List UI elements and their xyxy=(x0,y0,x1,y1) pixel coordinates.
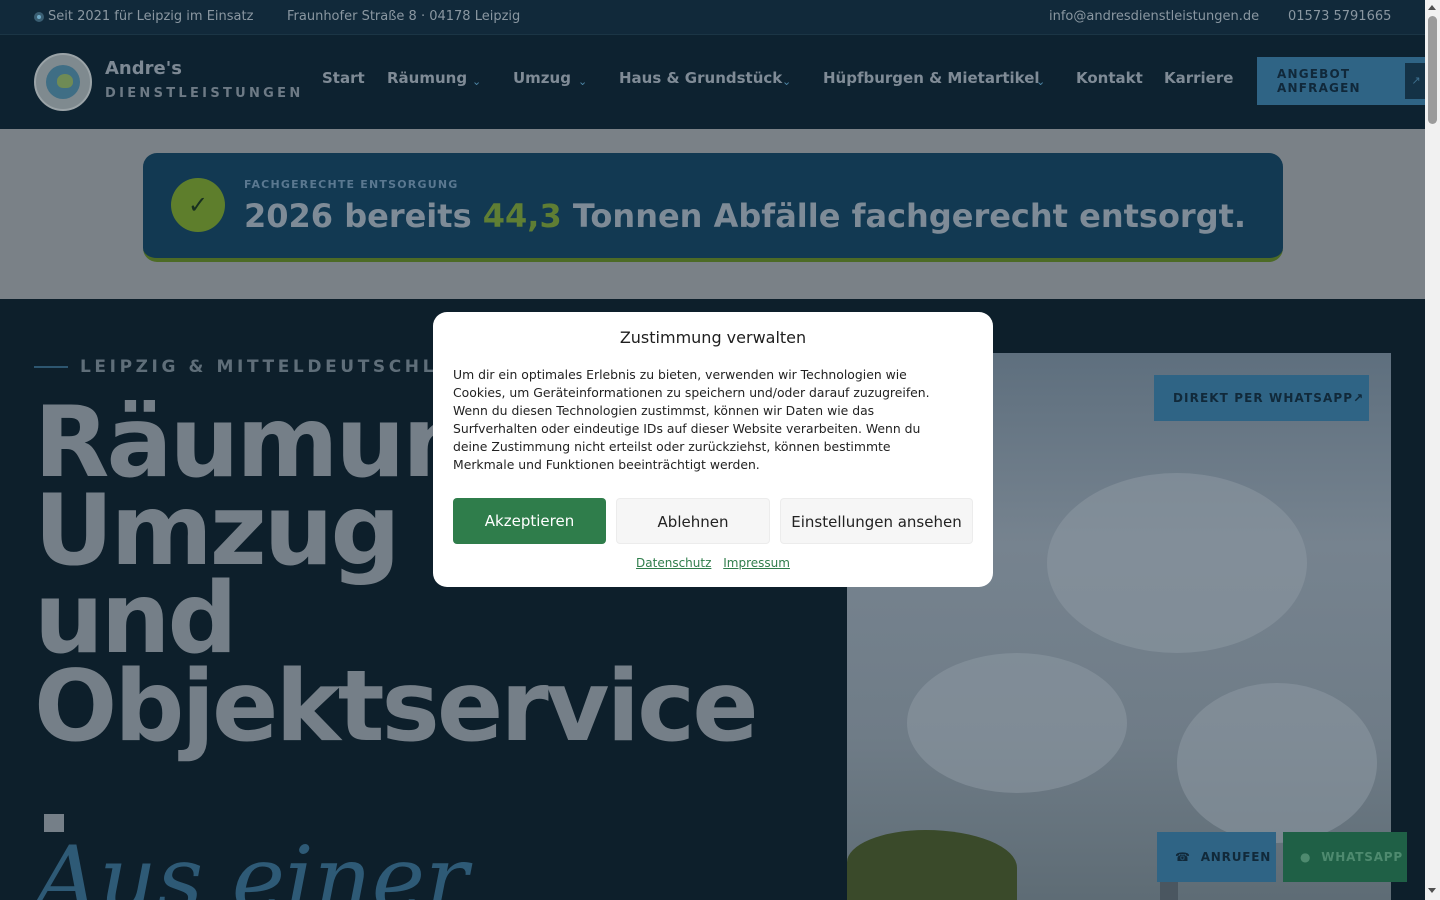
company-logo[interactable] xyxy=(34,53,92,111)
view-preferences-button[interactable]: Einstellungen ansehen xyxy=(780,498,973,544)
top-info-bar: Seit 2021 für Leipzig im Einsatz Fraunho… xyxy=(0,0,1425,34)
nav-haus-grundstueck[interactable]: Haus & Grundstück xyxy=(619,69,782,87)
whatsapp-label: WHATSAPP xyxy=(1321,850,1403,864)
chevron-down-icon[interactable]: ⌄ xyxy=(578,75,587,88)
accept-button[interactable]: Akzeptieren xyxy=(453,498,606,544)
privacy-link[interactable]: Datenschutz xyxy=(636,556,711,570)
since-text: Seit 2021 für Leipzig im Einsatz xyxy=(48,9,254,24)
request-offer-button[interactable]: ANGEBOT ANFRAGEN ↗ xyxy=(1257,57,1427,105)
consent-title: Zustimmung verwalten xyxy=(619,328,807,347)
arrow-up-right-icon: ↗ xyxy=(1405,63,1427,99)
nav-umzug[interactable]: Umzug xyxy=(513,69,571,87)
page-scrollbar[interactable] xyxy=(1425,0,1440,900)
status-dot-icon xyxy=(34,12,44,22)
site-header: Andre's DIENSTLEISTUNGEN Start Räumung ⌄… xyxy=(0,34,1427,129)
brand-name[interactable]: Andre's xyxy=(105,58,182,79)
phone-icon: ☎ xyxy=(1175,850,1191,864)
scroll-down-icon[interactable] xyxy=(1428,888,1436,893)
chevron-down-icon[interactable]: ⌄ xyxy=(782,75,791,88)
nav-huepfburgen[interactable]: Hüpfburgen & Mietartikel xyxy=(823,69,1040,87)
whatsapp-direct-button[interactable]: DIREKT PER WHATSAPP↗ xyxy=(1154,375,1369,421)
nav-raeumung[interactable]: Räumung xyxy=(387,69,467,87)
banner-title: 2026 bereits 44,3 Tonnen Abfälle fachger… xyxy=(244,197,1247,235)
banner-kicker: FACHGERECHTE ENTSORGUNG xyxy=(244,178,459,191)
brand-subtitle[interactable]: DIENSTLEISTUNGEN xyxy=(105,86,304,101)
hero-kicker: LEIPZIG & MITTELDEUTSCHLAND xyxy=(80,357,490,377)
disposal-stats-banner: ✓ FACHGERECHTE ENTSORGUNG 2026 bereits 4… xyxy=(143,153,1283,262)
email-link[interactable]: info@andresdienstleistungen.de xyxy=(1049,9,1259,24)
consent-links: Datenschutz Impressum xyxy=(433,556,993,570)
nav-karriere[interactable]: Karriere xyxy=(1164,69,1233,87)
chevron-down-icon[interactable]: ⌄ xyxy=(1036,75,1045,88)
stats-section: ✓ FACHGERECHTE ENTSORGUNG 2026 bereits 4… xyxy=(0,129,1425,299)
request-offer-label: ANGEBOT ANFRAGEN xyxy=(1277,67,1361,95)
imprint-link[interactable]: Impressum xyxy=(723,556,790,570)
call-button[interactable]: ☎ ANRUFEN xyxy=(1157,832,1276,882)
cookie-consent-dialog: Zustimmung verwalten Um dir ein optimale… xyxy=(433,312,993,587)
scroll-thumb[interactable] xyxy=(1428,16,1437,124)
trees-silhouette xyxy=(847,830,1017,900)
phone-link[interactable]: 01573 5791665 xyxy=(1288,9,1391,24)
consent-text: Um dir ein optimales Erlebnis zu bieten,… xyxy=(453,367,930,472)
address-text: Fraunhofer Straße 8 · 04178 Leipzig xyxy=(287,9,521,24)
hero-subtitle: Aus einer xyxy=(34,827,469,900)
kicker-divider xyxy=(34,366,68,368)
nav-start[interactable]: Start xyxy=(322,69,365,87)
whatsapp-button[interactable]: ● WHATSAPP xyxy=(1283,832,1407,882)
deny-button[interactable]: Ablehnen xyxy=(616,498,770,544)
call-label: ANRUFEN xyxy=(1200,850,1272,864)
whatsapp-icon: ● xyxy=(1300,850,1312,864)
nav-kontakt[interactable]: Kontakt xyxy=(1076,69,1143,87)
chevron-down-icon[interactable]: ⌄ xyxy=(472,75,481,88)
scroll-up-icon[interactable] xyxy=(1428,5,1436,10)
tonnage-value: 44,3 xyxy=(482,197,562,235)
checkmark-icon: ✓ xyxy=(171,178,225,232)
